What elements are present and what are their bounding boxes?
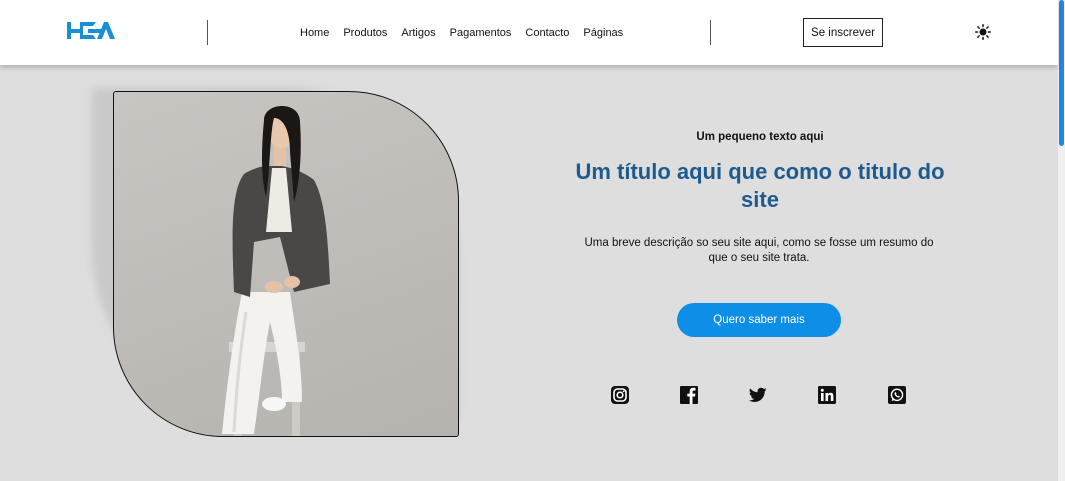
logo[interactable] xyxy=(66,20,116,42)
instagram-icon[interactable] xyxy=(611,386,629,404)
linkedin-icon[interactable] xyxy=(818,386,836,404)
nav-artigos[interactable]: Artigos xyxy=(401,26,435,40)
header-divider-right xyxy=(710,20,711,45)
nav-produtos[interactable]: Produtos xyxy=(343,26,387,40)
hero-description: Uma breve descrição so seu site aqui, co… xyxy=(584,237,934,264)
hero-eyebrow: Um pequeno texto aqui xyxy=(696,131,824,143)
hero-image xyxy=(113,91,459,437)
header-divider-left xyxy=(207,20,208,45)
nav-pagamentos[interactable]: Pagamentos xyxy=(450,26,512,40)
hero-title: Um título aqui que como o titulo do site xyxy=(575,159,945,212)
nav-home[interactable]: Home xyxy=(300,26,329,40)
woman-photo-illustration xyxy=(222,106,330,436)
subscribe-button[interactable]: Se inscrever xyxy=(803,18,883,47)
site-header: Home Produtos Artigos Pagamentos Contact… xyxy=(0,0,1058,65)
twitter-icon[interactable] xyxy=(749,386,767,404)
whatsapp-icon[interactable] xyxy=(888,386,906,404)
cta-button[interactable]: Quero saber mais xyxy=(677,303,841,337)
facebook-icon[interactable] xyxy=(680,386,698,404)
nav-contacto[interactable]: Contacto xyxy=(525,26,569,40)
nav-paginas[interactable]: Páginas xyxy=(583,26,623,40)
scrollbar-thumb[interactable] xyxy=(1059,0,1064,146)
sun-icon[interactable] xyxy=(975,24,991,40)
main-nav: Home Produtos Artigos Pagamentos Contact… xyxy=(300,26,637,40)
